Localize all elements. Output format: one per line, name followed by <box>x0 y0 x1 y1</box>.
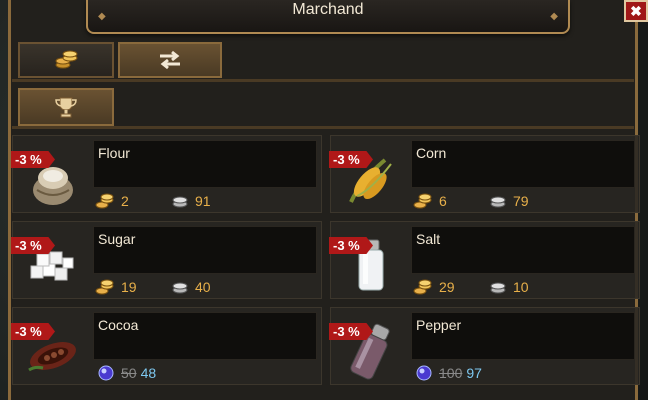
offer-salt[interactable]: -3 % Salt 29 10 <box>329 221 640 299</box>
silver-coins-icon <box>490 196 506 208</box>
silver-price: 10 <box>489 278 529 296</box>
silver-price: 79 <box>489 192 529 210</box>
item-name-box: Sugar <box>93 226 317 274</box>
item-name-box: Pepper <box>411 312 635 360</box>
gem-orb-icon <box>416 365 432 381</box>
discount-badge: -3 % <box>11 323 55 340</box>
gem-orb-icon <box>98 365 114 381</box>
item-name: Flour <box>98 145 130 161</box>
price-row: 19 40 <box>95 278 321 296</box>
gold-amount: 6 <box>439 193 447 209</box>
ornament-icon: ◆ <box>550 11 558 22</box>
price-row: 29 10 <box>413 278 639 296</box>
gold-amount: 19 <box>121 279 137 295</box>
gold-coins-icon <box>95 193 114 209</box>
silver-coins-icon <box>172 282 188 294</box>
silver-coins-icon <box>172 196 188 208</box>
item-name: Sugar <box>98 231 136 247</box>
gold-coins-icon <box>95 279 114 295</box>
merchant-window: ◆ Marchand ◆ ✖ -3 % Flour 2 91 -3 % Corn… <box>0 0 648 400</box>
gem-price: 50 48 <box>97 364 156 382</box>
new-price: 97 <box>466 365 482 381</box>
gold-price: 2 <box>95 192 129 210</box>
item-name: Pepper <box>416 317 462 333</box>
item-name: Corn <box>416 145 447 161</box>
silver-amount: 40 <box>195 279 211 295</box>
gold-coins-icon <box>55 50 78 69</box>
silver-price: 40 <box>171 278 211 296</box>
close-button[interactable]: ✖ <box>624 0 648 22</box>
tab-rewards[interactable] <box>18 88 114 126</box>
gold-price: 29 <box>413 278 455 296</box>
discount-badge: -3 % <box>11 151 55 168</box>
item-name-box: Cocoa <box>93 312 317 360</box>
offer-pepper[interactable]: -3 % Pepper 100 97 <box>329 307 640 385</box>
gold-price: 6 <box>413 192 447 210</box>
item-name-box: Salt <box>411 226 635 274</box>
tab-divider <box>12 79 634 82</box>
price-row: 100 97 <box>413 364 639 382</box>
old-price: 50 <box>121 365 137 381</box>
offer-sugar[interactable]: -3 % Sugar 19 40 <box>11 221 322 299</box>
gold-amount: 2 <box>121 193 129 209</box>
price-row: 50 48 <box>95 364 321 382</box>
silver-price: 91 <box>171 192 211 210</box>
price-row: 6 79 <box>413 192 639 210</box>
silver-coins-icon <box>490 282 506 294</box>
offer-flour[interactable]: -3 % Flour 2 91 <box>11 135 322 213</box>
title-bar: ◆ Marchand ◆ <box>86 0 570 34</box>
tab-exchange[interactable] <box>118 42 222 78</box>
tab-divider <box>12 126 634 129</box>
silver-amount: 79 <box>513 193 529 209</box>
offer-corn[interactable]: -3 % Corn 6 79 <box>329 135 640 213</box>
price-row: 2 91 <box>95 192 321 210</box>
tab-gold-offers[interactable] <box>18 42 114 78</box>
gold-coins-icon <box>413 279 432 295</box>
window-title: Marchand <box>292 1 364 18</box>
gem-price: 100 97 <box>415 364 482 382</box>
item-name: Cocoa <box>98 317 139 333</box>
gold-coins-icon <box>413 193 432 209</box>
gold-amount: 29 <box>439 279 455 295</box>
old-price: 100 <box>439 365 463 381</box>
discount-badge: -3 % <box>329 237 373 254</box>
discount-badge: -3 % <box>11 237 55 254</box>
exchange-arrows-icon <box>160 50 180 70</box>
gold-price: 19 <box>95 278 137 296</box>
item-name: Salt <box>416 231 441 247</box>
item-name-box: Corn <box>411 140 635 188</box>
item-name-box: Flour <box>93 140 317 188</box>
offer-cocoa[interactable]: -3 % Cocoa 50 48 <box>11 307 322 385</box>
silver-amount: 10 <box>513 279 529 295</box>
discount-badge: -3 % <box>329 323 373 340</box>
discount-badge: -3 % <box>329 151 373 168</box>
silver-amount: 91 <box>195 193 211 209</box>
new-price: 48 <box>140 365 157 381</box>
trophy-icon <box>55 97 77 118</box>
